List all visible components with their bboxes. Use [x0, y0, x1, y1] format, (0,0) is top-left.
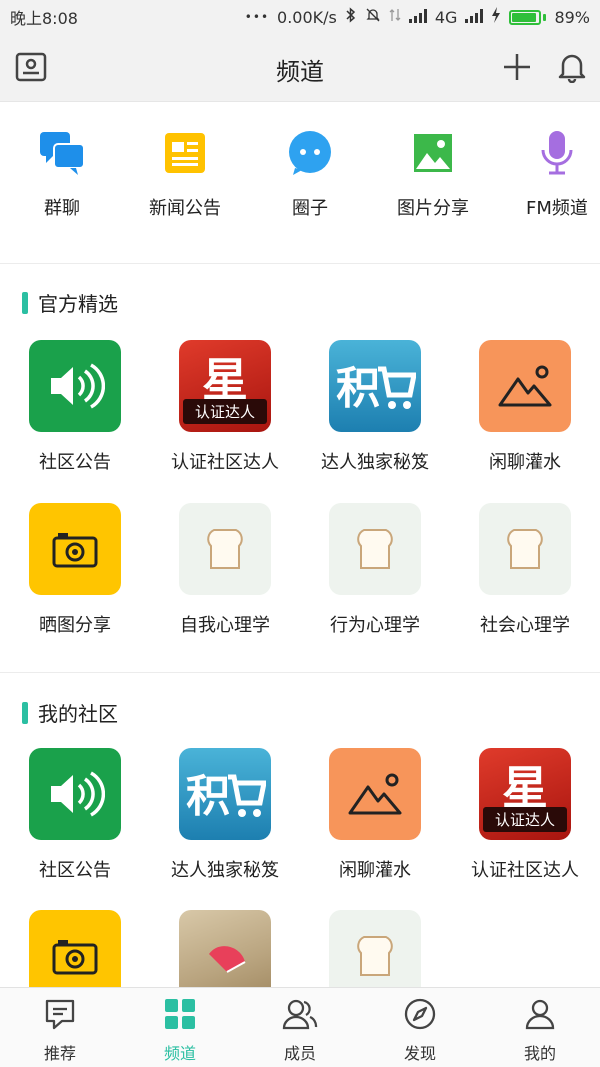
news-icon	[160, 128, 210, 178]
chat-bubbles-icon	[37, 128, 87, 178]
quick-item-circle[interactable]: 圈子	[250, 128, 370, 220]
charging-icon	[491, 7, 501, 27]
section-mine-title: 我的社区	[22, 698, 118, 727]
circle-chat-icon	[285, 128, 335, 178]
tile-label: 行为心理学	[330, 615, 420, 636]
quick-links: 群聊 新闻公告 圈子 图片分享 FM频道	[0, 102, 600, 264]
compass-icon	[404, 998, 436, 1034]
section-accent-bar	[22, 291, 28, 314]
recommend-icon	[44, 998, 76, 1034]
mountain-icon	[329, 748, 421, 840]
bell-icon[interactable]	[555, 50, 589, 84]
quick-label: 图片分享	[397, 198, 469, 219]
members-icon	[282, 998, 318, 1034]
tile-label: 闲聊灌水	[339, 860, 411, 881]
add-icon[interactable]	[500, 50, 534, 84]
channel-tile-certified[interactable]: 星 认证达人 认证社区达人	[150, 340, 300, 474]
tile-label: 认证社区达人	[171, 452, 279, 473]
tile-label: 社区公告	[39, 860, 111, 881]
my-tile-secrets[interactable]: 积 达人独家秘笈	[150, 748, 300, 882]
cart-glyph: 积	[336, 363, 380, 414]
section-title-text: 官方精选	[38, 292, 118, 316]
top-navbar: 频道	[0, 34, 600, 102]
channel-tile-secrets[interactable]: 积 达人独家秘笈	[300, 340, 450, 474]
battery-percent: 89%	[554, 7, 590, 27]
tab-profile[interactable]: 我的	[480, 998, 600, 1064]
quick-label: 新闻公告	[149, 198, 221, 219]
quick-item-pictures[interactable]: 图片分享	[373, 128, 493, 220]
tab-label: 我的	[523, 1044, 556, 1063]
my-tile-chitchat[interactable]: 闲聊灌水	[300, 748, 450, 882]
tab-members[interactable]: 成员	[240, 998, 360, 1064]
cart-logo-icon: 积	[329, 340, 421, 432]
status-bar: 晚上8:08 ••• 0.00K/s 4G 89%	[0, 0, 600, 34]
tab-label: 发现	[403, 1044, 436, 1063]
star-badge-icon: 星 认证达人	[479, 748, 571, 840]
channel-tile-social-psychology[interactable]: 社会心理学	[450, 503, 600, 637]
status-indicators: ••• 0.00K/s 4G 89%	[245, 7, 590, 27]
bread-icon	[479, 503, 571, 595]
channel-tile-chitchat[interactable]: 闲聊灌水	[450, 340, 600, 474]
quick-label: 圈子	[292, 198, 328, 219]
section-accent-bar	[22, 701, 28, 724]
quick-item-group-chat[interactable]: 群聊	[2, 128, 122, 220]
tab-label: 成员	[283, 1044, 316, 1063]
section-official-title: 官方精选	[22, 288, 118, 317]
cart-logo-icon: 积	[179, 748, 271, 840]
tile-label: 社会心理学	[480, 615, 570, 636]
status-time: 晚上8:08	[10, 9, 78, 28]
status-dots: •••	[244, 10, 270, 24]
tile-label: 达人独家秘笈	[171, 860, 279, 881]
mountain-icon	[479, 340, 571, 432]
my-tile-announcement[interactable]: 社区公告	[0, 748, 150, 882]
signal-icon-2	[465, 8, 484, 27]
quick-label: FM频道	[526, 198, 588, 219]
tile-label: 达人独家秘笈	[321, 452, 429, 473]
data-arrows-icon	[389, 7, 401, 27]
battery-icon	[509, 9, 547, 25]
bread-icon	[179, 503, 271, 595]
tab-label: 频道	[163, 1044, 196, 1063]
quick-label: 群聊	[44, 198, 80, 219]
tab-label: 推荐	[43, 1044, 76, 1063]
section-title-text: 我的社区	[38, 702, 118, 726]
grid-icon	[164, 998, 196, 1034]
picture-icon	[408, 128, 458, 178]
channel-tile-share-photos[interactable]: 晒图分享	[0, 503, 150, 637]
speaker-icon	[29, 748, 121, 840]
bluetooth-icon	[345, 7, 357, 27]
mute-bell-icon	[365, 7, 381, 27]
bottom-tab-bar: 推荐 频道 成员 发现 我的	[0, 987, 600, 1067]
badge-subtext: 认证达人	[183, 399, 267, 424]
quick-item-news[interactable]: 新闻公告	[125, 128, 245, 220]
tile-label: 闲聊灌水	[489, 452, 561, 473]
section-divider	[0, 672, 600, 673]
bread-icon	[329, 503, 421, 595]
badge-subtext: 认证达人	[483, 807, 567, 832]
star-badge-icon: 星 认证达人	[179, 340, 271, 432]
tile-label: 认证社区达人	[471, 860, 579, 881]
tile-label: 自我心理学	[180, 615, 270, 636]
channel-tile-self-psychology[interactable]: 自我心理学	[150, 503, 300, 637]
profile-icon	[524, 998, 556, 1034]
tab-recommend[interactable]: 推荐	[0, 998, 120, 1064]
tab-discover[interactable]: 发现	[360, 998, 480, 1064]
my-tile-certified[interactable]: 星 认证达人 认证社区达人	[450, 748, 600, 882]
microphone-icon	[532, 128, 582, 178]
tile-label: 晒图分享	[39, 615, 111, 636]
network-speed: 0.00K/s	[277, 7, 337, 27]
camera-icon	[29, 503, 121, 595]
speaker-icon	[29, 340, 121, 432]
channel-tile-behavior-psychology[interactable]: 行为心理学	[300, 503, 450, 637]
tab-channel[interactable]: 频道	[120, 998, 240, 1064]
network-type: 4G	[434, 7, 458, 27]
channel-tile-announcement[interactable]: 社区公告	[0, 340, 150, 474]
quick-item-fm[interactable]: FM频道	[497, 128, 600, 220]
cart-glyph: 积	[186, 771, 230, 822]
signal-icon	[408, 8, 427, 27]
tile-label: 社区公告	[39, 452, 111, 473]
